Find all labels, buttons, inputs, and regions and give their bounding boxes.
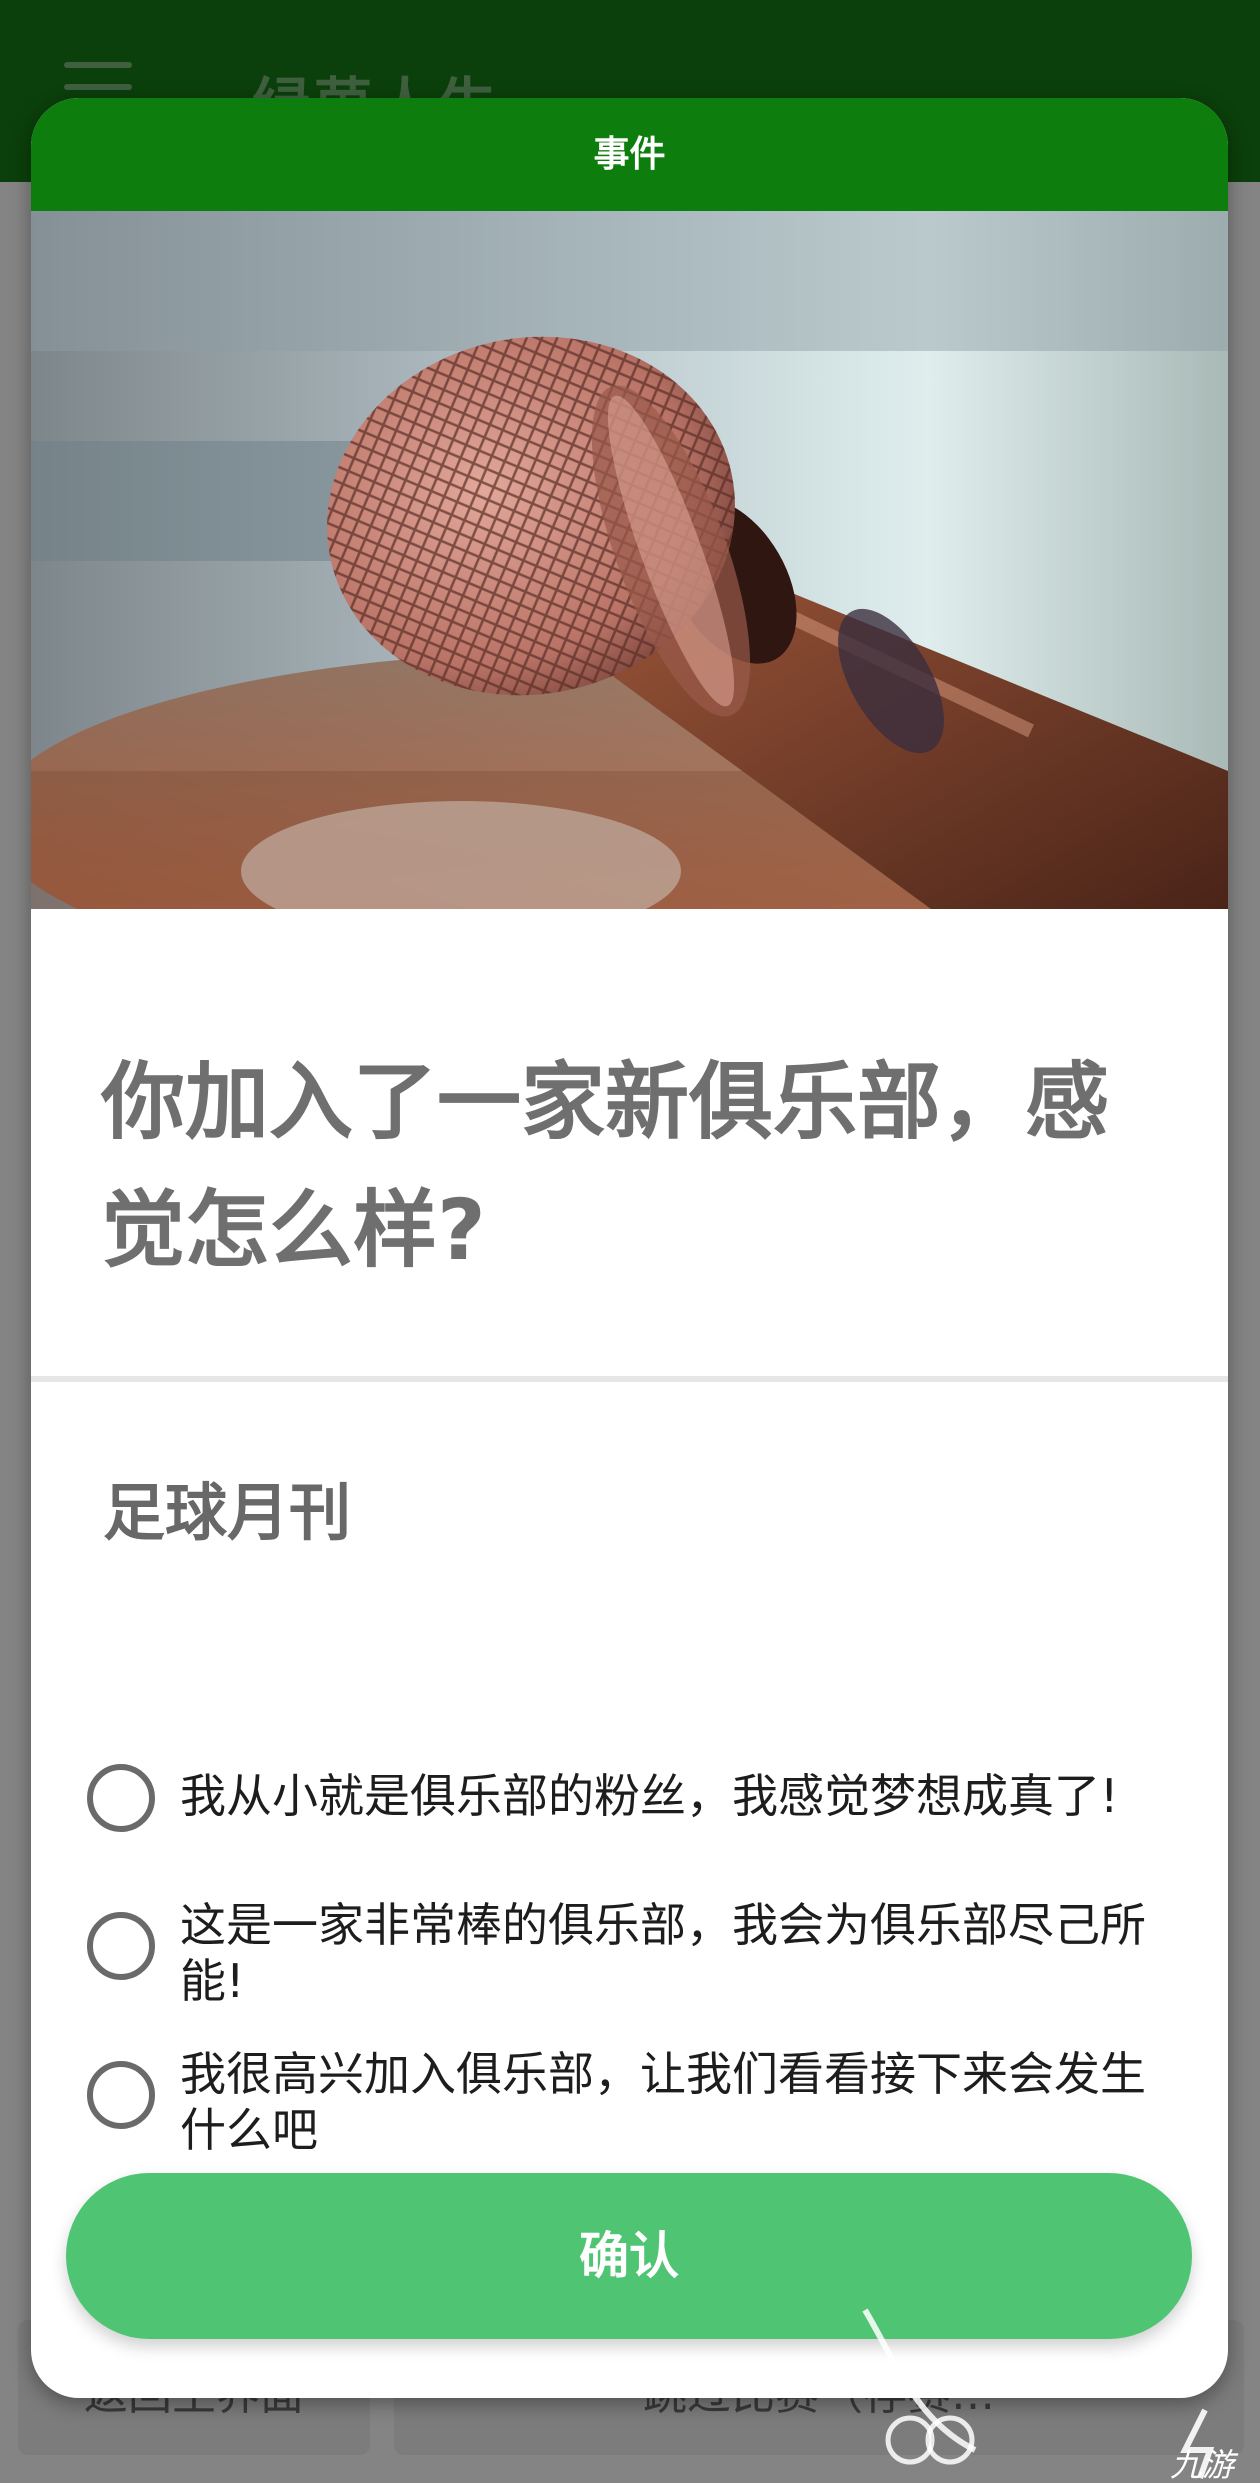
microphone-image xyxy=(31,211,1228,909)
event-image xyxy=(31,211,1228,909)
event-dialog: 事件 你加入了一家新俱乐部，感觉怎么样? 足球月刊 我从小就是俱乐部的粉丝，我感… xyxy=(31,98,1228,2398)
option-label[interactable]: 这是一家非常棒的俱乐部，我会为俱乐部尽己所能! xyxy=(180,1897,1190,2009)
radio-button[interactable] xyxy=(87,1912,155,1980)
dialog-title: 事件 xyxy=(31,98,1228,211)
divider xyxy=(31,1376,1228,1382)
radio-button[interactable] xyxy=(87,2061,155,2129)
option-label[interactable]: 我很高兴加入俱乐部，让我们看看接下来会发生什么吧 xyxy=(180,2046,1190,2158)
event-source: 足球月刊 xyxy=(103,1476,352,1549)
watermark-text: 九游 xyxy=(1170,2446,1235,2483)
radio-button[interactable] xyxy=(87,1764,155,1832)
event-question: 你加入了一家新俱乐部，感觉怎么样? xyxy=(101,1053,1110,1279)
option-label[interactable]: 我从小就是俱乐部的粉丝，我感觉梦想成真了! xyxy=(180,1768,1190,1824)
